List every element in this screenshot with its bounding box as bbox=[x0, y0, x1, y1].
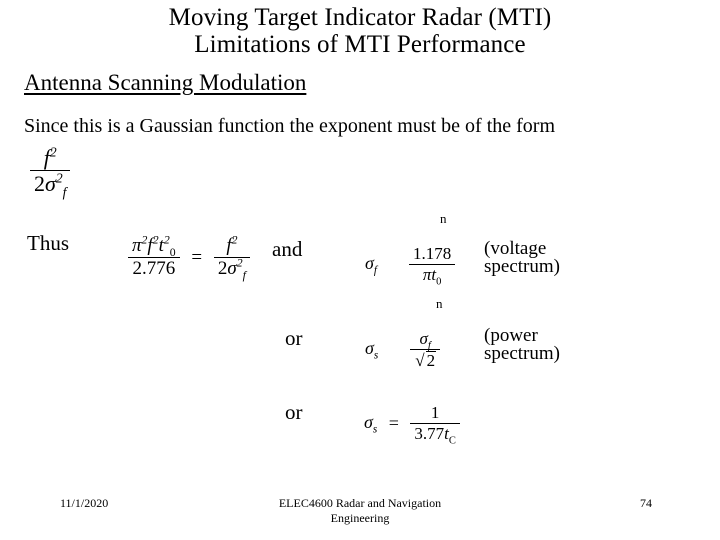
thus-rhs-numerator: f2 bbox=[213, 233, 250, 259]
note-power-spectrum: (power spectrum) bbox=[484, 326, 560, 364]
equals-gap-voltage bbox=[382, 254, 405, 275]
power-denominator: √ 2 bbox=[410, 350, 440, 370]
label-or-tc: or bbox=[285, 400, 303, 424]
footer-date: 11/1/2020 bbox=[60, 496, 109, 510]
thus-rhs-sigma-power: 2 bbox=[236, 256, 243, 270]
power-sigma-subscript: s bbox=[373, 349, 379, 362]
equals-icon: = bbox=[388, 413, 399, 434]
sigma-icon: σ bbox=[227, 258, 237, 280]
thus-lhs-t-subscript: 0 bbox=[169, 245, 176, 259]
thus-rhs-fraction: f2 2σ2f bbox=[213, 233, 250, 282]
power-sigma: σs bbox=[365, 338, 378, 361]
pi-icon: π bbox=[132, 235, 142, 256]
tc-numerator: 1 bbox=[410, 403, 460, 425]
slide-canvas: Moving Target Indicator Radar (MTI) Limi… bbox=[0, 0, 720, 540]
section-heading: Antenna Scanning Modulation bbox=[24, 70, 307, 95]
exponent-numerator-power: 2 bbox=[49, 144, 57, 160]
note-power-line-2: spectrum) bbox=[484, 342, 560, 364]
equals-icon: = bbox=[191, 246, 203, 268]
sigma-icon: σ bbox=[365, 338, 374, 359]
sigma-icon: σ bbox=[419, 329, 428, 348]
tc-sigma-subscript: s bbox=[372, 423, 378, 436]
thus-lhs-fraction: π2f2t20 2.776 bbox=[128, 233, 180, 280]
voltage-sigma-subscript: f bbox=[373, 264, 377, 277]
voltage-numerator: 1.178 bbox=[409, 244, 456, 266]
sigma-icon: σ bbox=[364, 411, 373, 432]
footer-course-line-2: Engineering bbox=[330, 511, 390, 525]
radical-glyph: √ bbox=[415, 351, 425, 371]
equation-voltage-spectrum: σf 1.178 πt0 bbox=[365, 244, 456, 288]
label-or-power: or bbox=[285, 326, 303, 350]
footer-course-line-1: ELEC4600 Radar and Navigation bbox=[278, 496, 442, 510]
label-and: and bbox=[272, 237, 303, 261]
artifact-glyph-voltage: n bbox=[440, 211, 447, 226]
thus-lhs-t-power: 2 bbox=[163, 233, 170, 247]
tc-denominator-t-subscript: C bbox=[448, 435, 456, 447]
equation-power-spectrum: σs σf √ 2 bbox=[365, 329, 441, 370]
thus-rhs-coefficient: 2 bbox=[217, 258, 228, 280]
thus-rhs-sigma-subscript: f bbox=[242, 268, 246, 282]
voltage-fraction: 1.178 πt0 bbox=[409, 244, 456, 288]
sigma-icon: σ bbox=[45, 171, 56, 197]
formula-exponent: f2 2σ2f bbox=[30, 144, 71, 199]
thus-lhs-denominator: 2.776 bbox=[132, 258, 176, 280]
slide-title: Moving Target Indicator Radar (MTI) Limi… bbox=[0, 4, 720, 58]
power-numerator-subscript: f bbox=[427, 340, 431, 352]
voltage-denominator-t-subscript: 0 bbox=[436, 276, 442, 288]
thus-lhs-numerator: π2f2t20 bbox=[128, 233, 180, 259]
footer-page-number: 74 bbox=[640, 496, 652, 510]
note-voltage-line-2: spectrum) bbox=[484, 255, 560, 277]
exponent-denominator-subscript: f bbox=[62, 184, 67, 200]
equation-thus: π2f2t20 2.776 = f2 2σ2f bbox=[128, 233, 250, 282]
sqrt-icon: √ 2 bbox=[414, 351, 437, 371]
footer-course: ELEC4600 Radar and Navigation Engineerin… bbox=[210, 496, 510, 526]
voltage-denominator: πt0 bbox=[409, 265, 455, 288]
exponent-denominator-coefficient: 2 bbox=[34, 171, 45, 197]
note-voltage-spectrum: (voltage spectrum) bbox=[484, 239, 560, 277]
artifact-glyph-power: n bbox=[436, 296, 443, 311]
tc-sigma: σs bbox=[364, 411, 378, 436]
exponent-fraction: f2 2σ2f bbox=[30, 144, 71, 199]
voltage-sigma: σf bbox=[365, 252, 377, 277]
label-thus: Thus bbox=[27, 231, 69, 255]
thus-rhs-denominator: 2σ2f bbox=[214, 256, 250, 282]
power-fraction: σf √ 2 bbox=[410, 329, 441, 370]
exponent-numerator: f2 bbox=[30, 144, 71, 172]
tc-fraction: 1 3.77tC bbox=[410, 403, 460, 447]
exponent-denominator: 2σ2f bbox=[30, 170, 70, 199]
exponent-denominator-power: 2 bbox=[55, 170, 63, 186]
body-sentence: Since this is a Gaussian function the ex… bbox=[24, 115, 556, 137]
tc-denominator-coefficient: 3.77 bbox=[414, 424, 445, 444]
title-line-2: Limitations of MTI Performance bbox=[194, 31, 526, 58]
equation-sigma-tc: σs = 1 3.77tC bbox=[364, 403, 460, 447]
sigma-icon: σ bbox=[365, 252, 374, 273]
title-line-1: Moving Target Indicator Radar (MTI) bbox=[168, 4, 552, 31]
thus-rhs-f-power: 2 bbox=[231, 233, 238, 247]
equals-gap-power bbox=[383, 340, 406, 361]
radicand-value: 2 bbox=[425, 351, 437, 371]
power-numerator: σf bbox=[410, 329, 441, 352]
tc-denominator: 3.77tC bbox=[410, 424, 460, 447]
